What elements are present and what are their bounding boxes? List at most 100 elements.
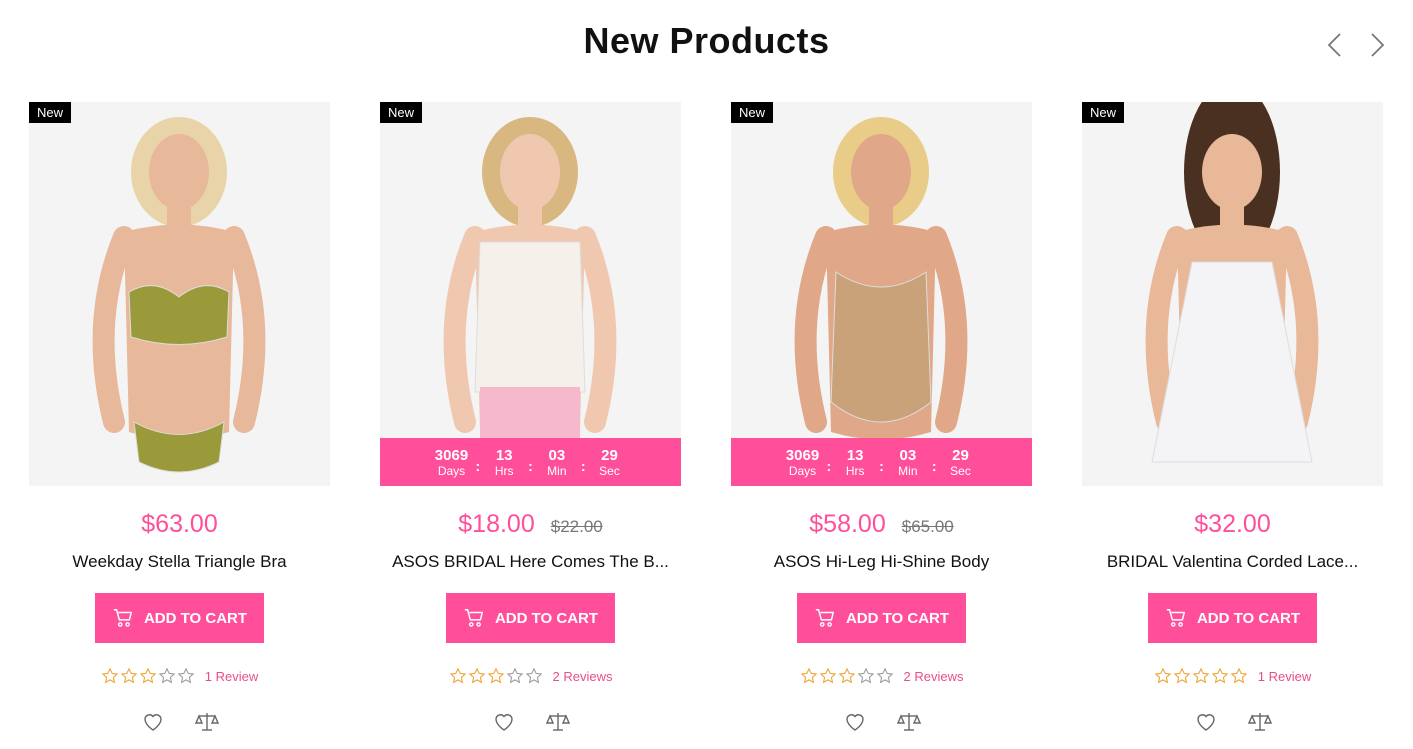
star-icon <box>800 667 817 684</box>
star-icon <box>468 667 485 684</box>
add-to-cart-button[interactable]: ADD TO CART <box>95 593 264 643</box>
product-name[interactable]: BRIDAL Valentina Corded Lace... <box>1082 552 1383 574</box>
new-badge: New <box>380 102 423 123</box>
new-badge: New <box>731 102 774 123</box>
heart-icon[interactable] <box>843 710 867 734</box>
old-price: $65.00 <box>901 517 954 536</box>
price-row: $63.00 <box>29 510 330 544</box>
old-price: $22.00 <box>550 517 603 536</box>
scale-icon[interactable] <box>194 710 219 734</box>
product-card: New $63.00 Weekday Stella Triangle Bra A… <box>29 102 330 736</box>
countdown-hours: 13 Hrs <box>845 447 865 479</box>
countdown-minutes: 03 Min <box>547 447 567 479</box>
scale-icon[interactable] <box>1247 710 1272 734</box>
rating-row: 1 Review <box>29 666 330 686</box>
countdown-days: 3069 Days <box>785 447 820 479</box>
rating-row: 1 Review <box>1082 666 1383 686</box>
price: $18.00 <box>458 510 535 538</box>
add-to-cart-label: ADD TO CART <box>1196 609 1301 627</box>
scale-icon[interactable] <box>896 710 921 734</box>
product-name[interactable]: ASOS BRIDAL Here Comes The B... <box>380 552 681 574</box>
countdown-minutes: 03 Min <box>898 447 918 479</box>
card-actions <box>29 710 330 736</box>
price: $32.00 <box>1194 510 1271 538</box>
star-rating <box>449 667 543 685</box>
star-rating <box>1154 667 1248 685</box>
cart-icon <box>113 609 132 627</box>
star-rating <box>800 667 894 685</box>
heart-icon[interactable] <box>492 710 516 734</box>
star-icon <box>1211 667 1229 684</box>
product-card: New 3069 Days : 13 Hrs : 03 Min : 29 Sec $58… <box>731 102 1032 736</box>
cart-icon <box>1166 609 1185 627</box>
star-icon <box>1192 667 1210 684</box>
star-icon <box>819 667 836 684</box>
reviews-link[interactable]: 2 Reviews <box>904 669 964 684</box>
price-row: $32.00 <box>1082 510 1383 544</box>
new-badge: New <box>29 102 72 123</box>
star-icon <box>139 667 157 684</box>
star-icon <box>857 667 874 684</box>
countdown-seconds: 29 Sec <box>599 447 620 479</box>
star-icon <box>158 667 176 684</box>
reviews-link[interactable]: 2 Reviews <box>553 669 613 684</box>
star-icon <box>449 667 466 684</box>
star-icon <box>838 667 855 684</box>
add-to-cart-button[interactable]: ADD TO CART <box>1148 593 1317 643</box>
product-card: New 3069 Days : 13 Hrs : 03 Min : 29 Sec $18… <box>380 102 681 736</box>
add-to-cart-label: ADD TO CART <box>494 609 599 627</box>
star-icon <box>876 667 893 684</box>
rating-row: 2 Reviews <box>731 666 1032 686</box>
star-icon <box>506 667 523 684</box>
star-icon <box>120 667 138 684</box>
countdown-seconds: 29 Sec <box>950 447 971 479</box>
countdown-hours: 13 Hrs <box>494 447 514 479</box>
countdown-timer: 3069 Days : 13 Hrs : 03 Min : 29 Sec <box>380 438 681 486</box>
reviews-link[interactable]: 1 Review <box>1258 669 1311 684</box>
star-icon <box>487 667 504 684</box>
star-icon <box>1230 667 1248 684</box>
product-image[interactable]: New <box>1082 102 1383 486</box>
add-to-cart-button[interactable]: ADD TO CART <box>446 593 615 643</box>
heart-icon[interactable] <box>1194 710 1218 734</box>
star-rating <box>101 667 195 685</box>
card-actions <box>380 710 681 736</box>
star-icon <box>177 667 195 684</box>
star-icon <box>101 667 119 684</box>
product-name[interactable]: Weekday Stella Triangle Bra <box>29 552 330 574</box>
product-photo <box>29 102 330 486</box>
product-image[interactable]: New <box>29 102 330 486</box>
product-image[interactable]: New 3069 Days : 13 Hrs : 03 Min : 29 Sec <box>380 102 681 486</box>
reviews-link[interactable]: 1 Review <box>205 669 258 684</box>
star-icon <box>525 667 542 684</box>
section-title: New Products <box>583 20 830 61</box>
product-card: New $32.00 BRIDAL Valentina Corded Lace.… <box>1082 102 1383 736</box>
countdown-timer: 3069 Days : 13 Hrs : 03 Min : 29 Sec <box>731 438 1032 486</box>
chevron-left-icon[interactable] <box>1322 30 1348 60</box>
add-to-cart-button[interactable]: ADD TO CART <box>797 593 966 643</box>
add-to-cart-label: ADD TO CART <box>143 609 248 627</box>
price-row: $58.00 $65.00 <box>731 510 1032 544</box>
star-icon <box>1173 667 1191 684</box>
product-image[interactable]: New 3069 Days : 13 Hrs : 03 Min : 29 Sec <box>731 102 1032 486</box>
cart-icon <box>815 609 834 627</box>
new-products-section: New Products New $63.00 Weekday Stella T… <box>0 0 1413 749</box>
card-actions <box>731 710 1032 736</box>
product-name[interactable]: ASOS Hi-Leg Hi-Shine Body <box>731 552 1032 574</box>
scale-icon[interactable] <box>545 710 570 734</box>
card-actions <box>1082 710 1383 736</box>
product-photo <box>731 102 1032 486</box>
countdown-days: 3069 Days <box>434 447 469 479</box>
rating-row: 2 Reviews <box>380 666 681 686</box>
price: $58.00 <box>809 510 886 538</box>
product-photo <box>380 102 681 486</box>
price-row: $18.00 $22.00 <box>380 510 681 544</box>
new-badge: New <box>1082 102 1125 123</box>
product-photo <box>1082 102 1383 486</box>
chevron-right-icon[interactable] <box>1364 30 1390 60</box>
price: $63.00 <box>141 510 218 538</box>
cart-icon <box>464 609 483 627</box>
heart-icon[interactable] <box>141 710 165 734</box>
add-to-cart-label: ADD TO CART <box>845 609 950 627</box>
star-icon <box>1154 667 1172 684</box>
